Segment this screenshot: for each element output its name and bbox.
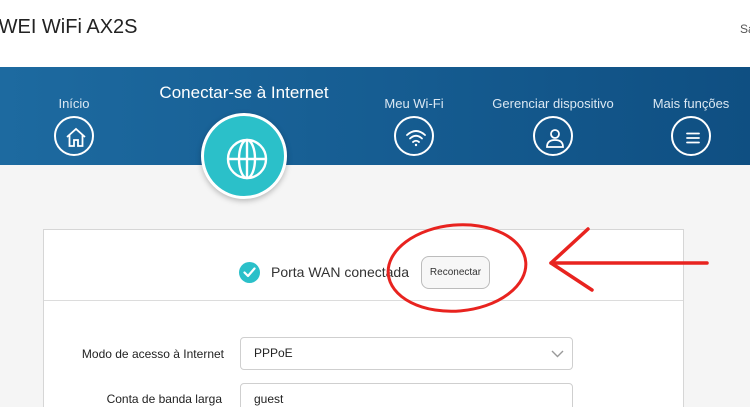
wifi-icon [394, 116, 434, 156]
nav-item-internet-label[interactable]: Conectar-se à Internet [134, 83, 354, 103]
nav-item-label: Meu Wi-Fi [384, 96, 444, 111]
wan-panel: Porta WAN conectada Reconectar Modo de a… [43, 229, 684, 407]
nav-item-label: Início [58, 96, 90, 111]
nav-item-internet[interactable] [201, 113, 287, 199]
check-icon [239, 262, 260, 283]
nav-item-manage-devices[interactable]: Gerenciar dispositivo [483, 67, 623, 156]
reconnect-button[interactable]: Reconectar [421, 256, 490, 289]
brand-title: AWEI WiFi AX2S [0, 16, 138, 38]
top-bar: AWEI WiFi AX2S Sa [0, 0, 750, 67]
menu-icon [671, 116, 711, 156]
nav-item-my-wifi[interactable]: Meu Wi-Fi [344, 67, 484, 156]
access-mode-select[interactable]: PPPoE [240, 337, 573, 370]
access-mode-label: Modo de acesso à Internet [81, 347, 224, 361]
account-value: guest [254, 392, 284, 406]
wan-status-text: Porta WAN conectada [271, 264, 409, 280]
chevron-down-icon [551, 350, 564, 358]
nav-item-more-functions[interactable]: Mais funções [621, 67, 750, 156]
nav-item-home[interactable]: Início [4, 67, 144, 156]
wan-status-row: Porta WAN conectada Reconectar [44, 230, 683, 301]
globe-icon [226, 138, 268, 180]
user-icon [533, 116, 573, 156]
account-label: Conta de banda larga [106, 392, 222, 406]
main-navigation: Início Meu Wi-Fi Gerenciar dispositivo M… [0, 67, 750, 165]
account-input[interactable]: guest [240, 383, 573, 407]
nav-item-label: Mais funções [652, 96, 730, 111]
home-icon [54, 116, 94, 156]
nav-item-label: Gerenciar dispositivo [492, 96, 614, 111]
top-right-text[interactable]: Sa [740, 22, 750, 36]
access-mode-value: PPPoE [254, 346, 293, 360]
